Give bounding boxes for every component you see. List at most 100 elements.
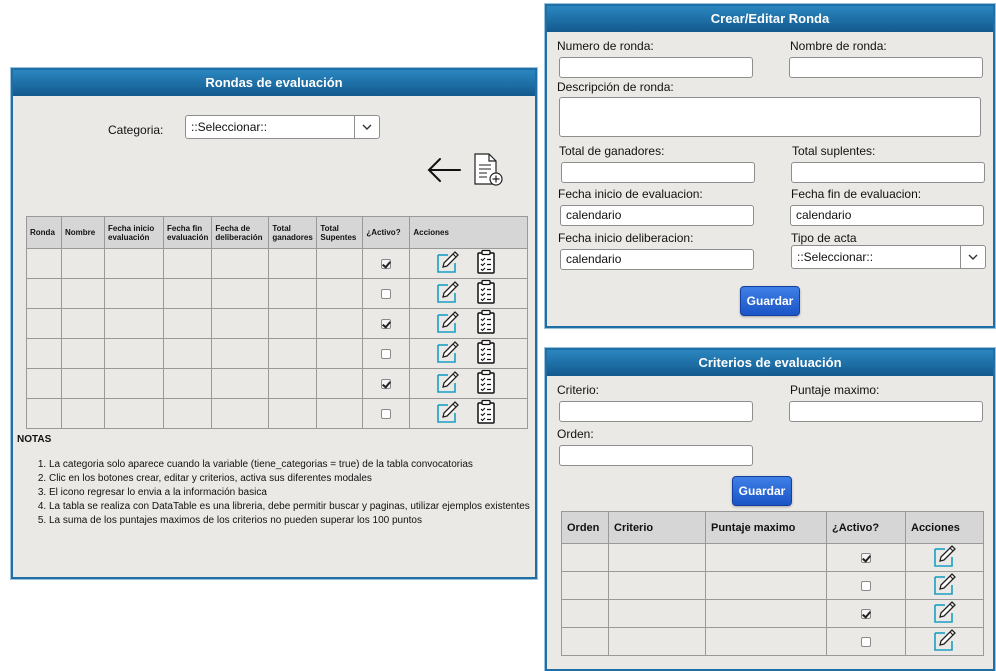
fecha-inicio-evaluacion-label: Fecha inicio de evaluacion: bbox=[558, 187, 703, 201]
table-cell bbox=[268, 308, 318, 339]
table-cell bbox=[211, 308, 270, 339]
col-total-ganadores[interactable]: Total ganadores bbox=[268, 216, 318, 249]
edit-icon[interactable] bbox=[932, 600, 958, 627]
rondas-panel-title: Rondas de evaluación bbox=[13, 70, 535, 96]
table-row bbox=[26, 398, 528, 429]
activo-checkbox[interactable] bbox=[861, 581, 871, 592]
fecha-inicio-evaluacion-input[interactable]: calendario bbox=[560, 205, 754, 226]
table-row bbox=[561, 599, 984, 628]
activo-checkbox[interactable] bbox=[381, 259, 392, 270]
table-cell bbox=[268, 338, 318, 369]
table-row bbox=[26, 308, 528, 339]
descripcion-ronda-label: Descripción de ronda: bbox=[557, 80, 674, 94]
note-item: El icono regresar lo envia a la informac… bbox=[49, 486, 530, 500]
table-cell bbox=[316, 368, 364, 399]
fecha-inicio-deliberacion-label: Fecha inicio deliberacion: bbox=[558, 231, 694, 245]
activo-checkbox[interactable] bbox=[861, 553, 871, 564]
rondas-panel: Rondas de evaluación Categoria: ::Selecc… bbox=[11, 68, 537, 579]
new-document-icon[interactable] bbox=[473, 153, 505, 190]
nombre-ronda-input[interactable] bbox=[789, 57, 983, 78]
back-arrow-icon[interactable] bbox=[426, 156, 462, 187]
fecha-inicio-deliberacion-input[interactable]: calendario bbox=[560, 249, 754, 270]
total-suplentes-input[interactable] bbox=[791, 162, 985, 183]
col-fecha-fin-evaluacion[interactable]: Fecha fin evaluación bbox=[162, 216, 213, 249]
activo-checkbox[interactable] bbox=[381, 349, 392, 360]
col-criterio[interactable]: Criterio bbox=[608, 511, 706, 544]
edit-icon[interactable] bbox=[435, 280, 461, 307]
edit-icon[interactable] bbox=[932, 544, 958, 571]
col-activo[interactable]: ¿Activo? bbox=[826, 511, 906, 544]
table-cell bbox=[211, 398, 270, 429]
edit-icon[interactable] bbox=[435, 340, 461, 367]
table-cell bbox=[26, 368, 62, 399]
col-puntaje-maximo[interactable]: Puntaje maximo bbox=[705, 511, 827, 544]
activo-cell bbox=[826, 543, 906, 572]
col-fecha-deliberacion[interactable]: Fecha de deliberación bbox=[211, 216, 270, 249]
crear-panel-title: Crear/Editar Ronda bbox=[547, 6, 993, 32]
activo-checkbox[interactable] bbox=[861, 637, 871, 648]
table-cell bbox=[705, 543, 827, 572]
fecha-fin-evaluacion-input[interactable]: calendario bbox=[790, 205, 984, 226]
numero-ronda-input[interactable] bbox=[559, 57, 753, 78]
table-cell bbox=[316, 338, 364, 369]
criterio-input[interactable] bbox=[559, 401, 753, 422]
note-item: La categoria solo aparece cuando la vari… bbox=[49, 458, 530, 472]
edit-icon[interactable] bbox=[932, 572, 958, 599]
criteria-clipboard-icon[interactable] bbox=[476, 399, 496, 428]
table-cell bbox=[316, 398, 364, 429]
table-cell bbox=[104, 248, 164, 279]
descripcion-ronda-textarea[interactable] bbox=[559, 97, 981, 137]
table-row bbox=[26, 368, 528, 399]
criteria-clipboard-icon[interactable] bbox=[476, 339, 496, 368]
criteria-clipboard-icon[interactable] bbox=[476, 309, 496, 338]
activo-cell bbox=[362, 278, 411, 309]
criteria-clipboard-icon[interactable] bbox=[476, 249, 496, 278]
edit-icon[interactable] bbox=[435, 250, 461, 277]
table-cell bbox=[211, 338, 270, 369]
col-ronda[interactable]: Ronda bbox=[26, 216, 62, 249]
tipo-acta-select[interactable]: ::Seleccionar:: bbox=[791, 245, 986, 269]
activo-checkbox[interactable] bbox=[381, 319, 392, 330]
col-total-suplentes[interactable]: Total Supentes bbox=[316, 216, 364, 249]
table-cell bbox=[608, 543, 706, 572]
table-cell bbox=[268, 278, 318, 309]
orden-input[interactable] bbox=[559, 445, 753, 466]
table-row bbox=[26, 278, 528, 309]
table-cell bbox=[61, 398, 105, 429]
table-cell bbox=[162, 308, 213, 339]
table-cell bbox=[268, 248, 318, 279]
criterios-table-header-row: Orden Criterio Puntaje maximo ¿Activo? A… bbox=[561, 511, 984, 544]
total-ganadores-input[interactable] bbox=[561, 162, 755, 183]
col-fecha-inicio-evaluacion[interactable]: Fecha inicio evaluación bbox=[104, 216, 164, 249]
edit-icon[interactable] bbox=[932, 628, 958, 655]
table-cell bbox=[162, 398, 213, 429]
col-activo[interactable]: ¿Activo? bbox=[362, 216, 411, 249]
table-row bbox=[26, 338, 528, 369]
criterio-label: Criterio: bbox=[557, 383, 600, 397]
activo-cell bbox=[362, 368, 411, 399]
table-cell bbox=[608, 571, 706, 600]
categoria-select[interactable]: ::Seleccionar:: bbox=[185, 115, 380, 139]
categoria-select-value: ::Seleccionar:: bbox=[191, 120, 268, 134]
criteria-clipboard-icon[interactable] bbox=[476, 279, 496, 308]
activo-checkbox[interactable] bbox=[381, 379, 392, 390]
guardar-criterio-button[interactable]: Guardar bbox=[732, 476, 792, 506]
activo-checkbox[interactable] bbox=[381, 409, 392, 420]
puntaje-maximo-input[interactable] bbox=[789, 401, 983, 422]
edit-icon[interactable] bbox=[435, 370, 461, 397]
activo-cell bbox=[362, 398, 411, 429]
edit-icon[interactable] bbox=[435, 400, 461, 427]
criteria-clipboard-icon[interactable] bbox=[476, 369, 496, 398]
col-orden[interactable]: Orden bbox=[561, 511, 609, 544]
acciones-cell bbox=[409, 368, 528, 399]
table-cell bbox=[316, 248, 364, 279]
activo-cell bbox=[362, 308, 411, 339]
table-cell bbox=[26, 398, 62, 429]
activo-checkbox[interactable] bbox=[381, 289, 392, 300]
guardar-ronda-button[interactable]: Guardar bbox=[740, 286, 800, 316]
table-cell bbox=[61, 308, 105, 339]
table-cell bbox=[26, 278, 62, 309]
edit-icon[interactable] bbox=[435, 310, 461, 337]
col-nombre[interactable]: Nombre bbox=[61, 216, 105, 249]
activo-checkbox[interactable] bbox=[861, 609, 871, 620]
